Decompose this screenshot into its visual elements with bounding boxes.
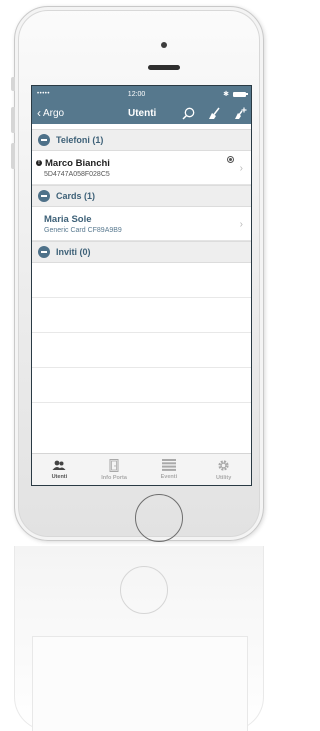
status-bar: ••••• 12:00 ✱ [32, 86, 251, 102]
tab-bar: Utenti Info Porta Eventi Utility [32, 453, 251, 485]
minus-icon[interactable] [38, 246, 50, 258]
nav-actions [181, 106, 247, 120]
tab-label: Utility [215, 474, 232, 481]
reflected-home-button [120, 566, 168, 614]
tab-utility[interactable]: Utility [196, 454, 251, 485]
device-reflection [14, 546, 264, 731]
add-user-icon[interactable] [233, 106, 247, 120]
section-header-inviti[interactable]: Inviti (0) [32, 241, 251, 263]
section-title: Telefoni (1) [56, 135, 104, 145]
tab-eventi[interactable]: Eventi [142, 454, 197, 485]
bluetooth-icon: ✱ [223, 91, 229, 98]
section-header-telefoni[interactable]: Telefoni (1) [32, 129, 251, 151]
phone-id: 5D4747A058F028C5 [44, 170, 110, 178]
empty-row [32, 298, 251, 333]
signal-indicator: ••••• [37, 91, 51, 97]
tab-utenti[interactable]: Utenti [32, 454, 87, 485]
empty-row [32, 333, 251, 368]
connection-status-icon [227, 156, 234, 163]
chevron-left-icon: ‹ [37, 106, 41, 120]
app-screen: ••••• 12:00 ✱ ‹ Argo Utenti Telefoni (1) [31, 85, 252, 486]
section-title: Cards (1) [56, 191, 96, 201]
reflected-screen [32, 636, 248, 731]
empty-row [32, 263, 251, 298]
home-button[interactable] [135, 494, 183, 542]
phone-name-text: Marco Bianchi [45, 157, 110, 169]
list-item-phone[interactable]: ! Marco Bianchi 5D4747A058F028C5 › [32, 151, 251, 185]
volume-down-button [11, 143, 15, 169]
list-item-card[interactable]: Maria Sole Generic Card CF89A9B9 › [32, 207, 251, 241]
back-label: Argo [43, 107, 65, 119]
back-button[interactable]: ‹ Argo [37, 106, 65, 120]
section-header-cards[interactable]: Cards (1) [32, 185, 251, 207]
chevron-right-icon: › [239, 163, 243, 174]
section-title: Inviti (0) [56, 247, 91, 257]
minus-icon[interactable] [38, 134, 50, 146]
broom-icon[interactable] [207, 106, 221, 120]
users-icon [52, 460, 66, 470]
earpiece-speaker [148, 65, 180, 70]
search-icon[interactable] [181, 106, 195, 120]
silent-switch [11, 77, 15, 91]
phone-user-name: ! Marco Bianchi [36, 157, 251, 169]
page-title: Utenti [128, 107, 157, 119]
card-user-name: Maria Sole [44, 213, 92, 225]
volume-up-button [11, 107, 15, 133]
status-time: 12:00 [127, 90, 146, 98]
nav-bar: ‹ Argo Utenti [32, 102, 251, 124]
tab-label: Utenti [51, 473, 68, 480]
gear-icon [218, 459, 229, 471]
card-description: Generic Card CF89A9B9 [44, 226, 122, 234]
list-icon [161, 459, 176, 471]
tab-info-porta[interactable]: Info Porta [87, 454, 142, 485]
empty-row [32, 368, 251, 403]
front-camera [161, 42, 167, 48]
minus-icon[interactable] [38, 190, 50, 202]
tab-label: Info Porta [101, 474, 127, 481]
status-right: ✱ [223, 90, 248, 98]
alert-icon: ! [36, 160, 42, 166]
chevron-right-icon: › [239, 219, 243, 230]
battery-icon [232, 91, 248, 97]
tab-label: Eventi [160, 474, 178, 480]
door-icon [109, 458, 119, 472]
